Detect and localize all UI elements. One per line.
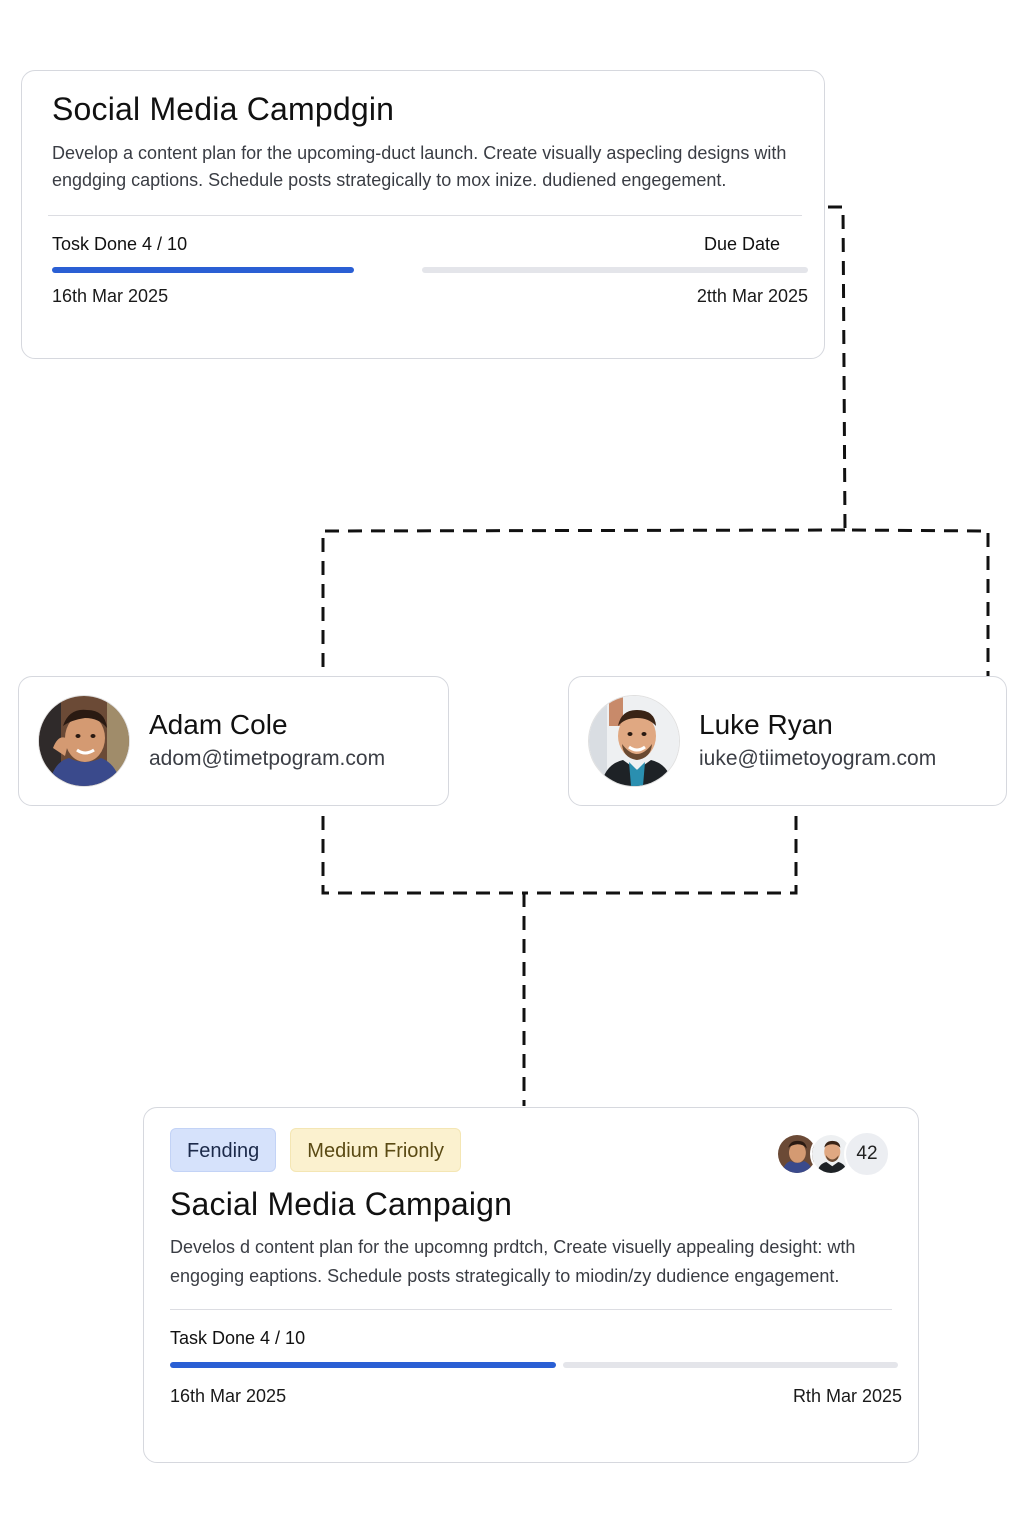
progress-fill — [170, 1362, 556, 1368]
end-date: Rth Mar 2025 — [792, 1386, 902, 1406]
avatar — [589, 696, 679, 786]
connector-top-to-split — [828, 205, 990, 676]
due-date: 2tth Mar 2025 — [696, 286, 808, 306]
connector-right-to-merge — [524, 816, 798, 895]
assignee-card-adam[interactable]: Adam Cole adom@timetpogram.com — [18, 676, 449, 806]
avatar — [39, 696, 129, 786]
bottom-task-card[interactable]: Fending Medium Frionly 42 Sacial Media C… — [143, 1107, 919, 1463]
tasks-done-label: Task Done 4 / 10 — [170, 1328, 306, 1348]
assignee-card-luke[interactable]: Luke Ryan iuke@tiimetoyogram.com — [568, 676, 1007, 806]
start-date: 16th Mar 2025 — [52, 286, 169, 306]
task-title: Social Media Campdgin — [52, 91, 395, 127]
card-divider — [48, 215, 802, 216]
task-description: Develos d content plan for the upcomng p… — [170, 1237, 856, 1286]
person-photo-icon — [589, 696, 679, 786]
start-date: 16th Mar 2025 — [170, 1386, 287, 1406]
assignee-name: Luke Ryan — [699, 709, 833, 740]
person-photo-icon — [39, 696, 129, 786]
assignee-avatar-stack[interactable]: 42 — [776, 1131, 890, 1177]
tasks-done-label: Tosk Done 4 / 10 — [52, 234, 188, 254]
assignee-email[interactable]: iuke@tiimetoyogram.com — [699, 744, 936, 774]
connector-split-left — [321, 528, 846, 676]
task-description: Develop a content plan for the upcoming-… — [52, 143, 787, 190]
assignee-name: Adam Cole — [149, 709, 288, 740]
status-badge[interactable]: Fending — [170, 1128, 277, 1172]
top-task-card[interactable]: Social Media Campdgin Develop a content … — [21, 70, 825, 359]
connector-left-to-merge — [321, 816, 524, 895]
due-date-label: Due Date — [703, 234, 780, 254]
progress-fill — [52, 267, 354, 273]
card-divider — [170, 1309, 892, 1310]
assignee-count[interactable]: 42 — [844, 1131, 890, 1177]
assignee-email[interactable]: adom@timetpogram.com — [149, 744, 385, 774]
task-progress-bar — [52, 267, 808, 273]
priority-badge[interactable]: Medium Frionly — [290, 1128, 461, 1172]
task-title: Sacial Media Campaign — [170, 1186, 513, 1222]
task-progress-bar — [170, 1362, 898, 1368]
